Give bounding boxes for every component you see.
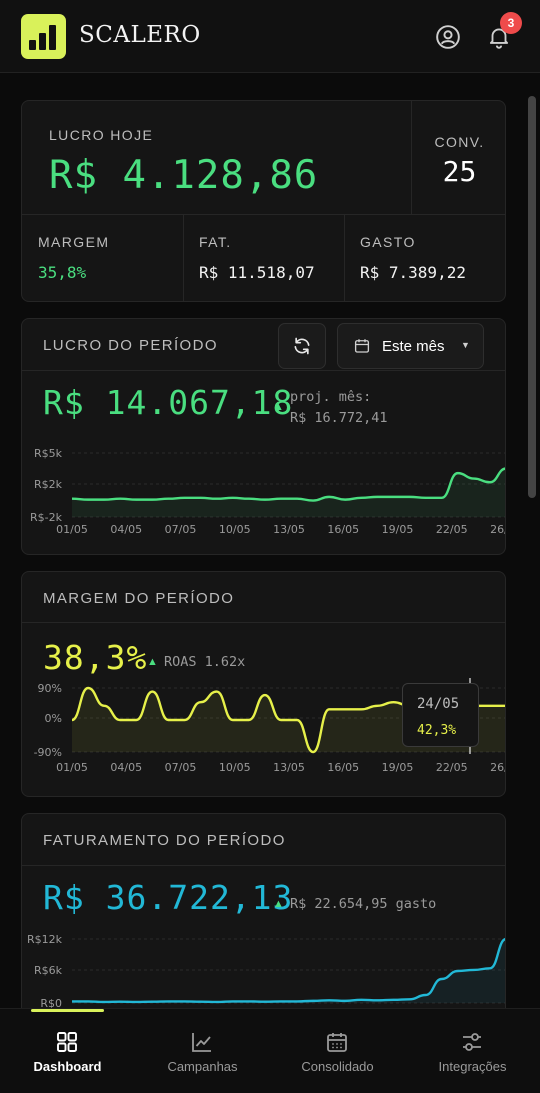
trend-up-icon: ▲ <box>147 656 158 668</box>
x-tick-label: 13/05 <box>273 523 305 536</box>
nav-label: Integrações <box>438 1059 507 1074</box>
summary-card: LUCRO HOJE R$ 4.128,86 CONV. 25 MARGEM 3… <box>21 100 506 302</box>
x-tick-label: 26/05 <box>490 761 506 774</box>
margem-value: 35,8% <box>38 263 87 282</box>
trend-up-icon: ▲ <box>273 898 284 910</box>
chart-tooltip: 24/05 42,3% <box>402 683 479 747</box>
series-area <box>72 939 505 1003</box>
grid-icon <box>57 1032 77 1052</box>
lucro-periodo-card: LUCRO DO PERÍODO Este mês ▼ R$ 14.067,18… <box>21 318 506 555</box>
y-tick-label: R$0 <box>40 997 62 1008</box>
series-line <box>71 467 505 502</box>
gasto-cell: GASTO R$ 7.389,22 <box>345 215 505 301</box>
proj-value: R$ 16.772,41 <box>290 410 388 426</box>
faturamento-periodo-title: FATURAMENTO DO PERÍODO <box>43 832 286 849</box>
dashboard-scroll[interactable]: LUCRO HOJE R$ 4.128,86 CONV. 25 MARGEM 3… <box>0 74 540 1008</box>
gasto-value: R$ 7.389,22 <box>360 263 466 282</box>
nav-integracoes[interactable]: Integrações <box>405 1009 540 1093</box>
y-tick-label: R$6k <box>34 964 63 977</box>
x-tick-label: 22/05 <box>436 761 468 774</box>
margem-label: MARGEM <box>38 234 110 250</box>
x-tick-label: 01/05 <box>56 523 88 536</box>
trend-up-icon: ▲ <box>273 401 284 413</box>
bottom-nav: Dashboard Campanhas Consolidado Integraç… <box>0 1008 540 1093</box>
lucro-hoje-value: R$ 4.128,86 <box>49 153 319 198</box>
nav-consolidado[interactable]: Consolidado <box>270 1009 405 1093</box>
x-tick-label: 01/05 <box>56 761 88 774</box>
x-tick-label: 16/05 <box>327 761 359 774</box>
roas-value: ROAS 1.62x <box>164 654 246 670</box>
y-tick-label: R$5k <box>34 447 63 460</box>
brand-name: SCALERO <box>79 22 201 48</box>
lucro-hoje-label: LUCRO HOJE <box>49 127 154 143</box>
y-tick-label: 90% <box>38 682 62 695</box>
period-select-label: Este mês <box>382 338 445 355</box>
x-tick-label: 07/05 <box>165 523 197 536</box>
tooltip-value: 42,3% <box>417 723 457 738</box>
chart-line-icon <box>192 1033 211 1052</box>
nav-dashboard[interactable]: Dashboard <box>0 1009 135 1093</box>
x-tick-label: 19/05 <box>382 523 414 536</box>
margem-periodo-card: MARGEM DO PERÍODO 38,3% ▲ ROAS 1.62x 90%… <box>21 571 506 797</box>
y-tick-label: -90% <box>34 746 62 759</box>
period-select[interactable]: Este mês ▼ <box>337 323 484 369</box>
x-tick-label: 10/05 <box>219 761 251 774</box>
lucro-chart[interactable]: R$5kR$2kR$-2k01/05 04/05 07/05 10/05 13/05 16… <box>22 429 506 549</box>
notification-badge[interactable]: 3 <box>500 12 522 34</box>
refresh-button[interactable] <box>278 323 326 369</box>
x-tick-label: 19/05 <box>382 761 414 774</box>
y-tick-label: 0% <box>45 712 62 725</box>
x-tick-label: 26/05 <box>490 523 506 536</box>
nav-label: Consolidado <box>301 1059 374 1074</box>
series-area <box>72 468 505 517</box>
nav-label: Dashboard <box>33 1059 102 1074</box>
fat-cell: FAT. R$ 11.518,07 <box>184 215 345 301</box>
nav-label: Campanhas <box>167 1059 238 1074</box>
y-tick-label: R$2k <box>34 478 63 491</box>
margem-cell: MARGEM 35,8% <box>22 215 183 301</box>
fat-value: R$ 11.518,07 <box>199 263 315 282</box>
x-tick-label: 13/05 <box>273 761 305 774</box>
lucro-periodo-title: LUCRO DO PERÍODO <box>43 337 218 354</box>
logo-icon[interactable] <box>21 14 66 59</box>
x-tick-label: 10/05 <box>219 523 251 536</box>
x-tick-label: 07/05 <box>165 761 197 774</box>
x-tick-label: 16/05 <box>327 523 359 536</box>
margem-periodo-title: MARGEM DO PERÍODO <box>43 590 235 607</box>
calendar-icon <box>327 1033 347 1052</box>
y-tick-label: R$12k <box>27 933 63 946</box>
tooltip-date: 24/05 <box>417 696 460 712</box>
refresh-icon <box>294 337 310 355</box>
scrollbar[interactable] <box>528 96 536 498</box>
fat-label: FAT. <box>199 234 232 250</box>
x-tick-label: 22/05 <box>436 523 468 536</box>
faturamento-gasto: R$ 22.654,95 gasto <box>290 896 437 912</box>
gasto-label: GASTO <box>360 234 416 250</box>
user-icon[interactable] <box>435 24 461 50</box>
x-tick-label: 04/05 <box>110 523 142 536</box>
faturamento-chart[interactable]: R$12kR$6kR$001/0504/0507/0510/0513/0516/… <box>22 918 506 1008</box>
faturamento-periodo-card: FATURAMENTO DO PERÍODO R$ 36.722,13 ▲ R$… <box>21 813 506 1008</box>
proj-label: proj. mês: <box>290 389 372 405</box>
nav-campanhas[interactable]: Campanhas <box>135 1009 270 1093</box>
app-header: SCALERO 3 <box>0 0 540 73</box>
conv-value: 25 <box>442 155 477 188</box>
calendar-icon <box>354 339 370 353</box>
x-tick-label: 04/05 <box>110 761 142 774</box>
faturamento-periodo-value: R$ 36.722,13 <box>43 878 294 917</box>
sliders-icon <box>463 1033 481 1051</box>
lucro-periodo-value: R$ 14.067,18 <box>43 383 294 422</box>
chevron-down-icon: ▼ <box>461 340 470 350</box>
margem-periodo-value: 38,3% <box>43 638 148 677</box>
conv-label: CONV. <box>434 134 485 150</box>
